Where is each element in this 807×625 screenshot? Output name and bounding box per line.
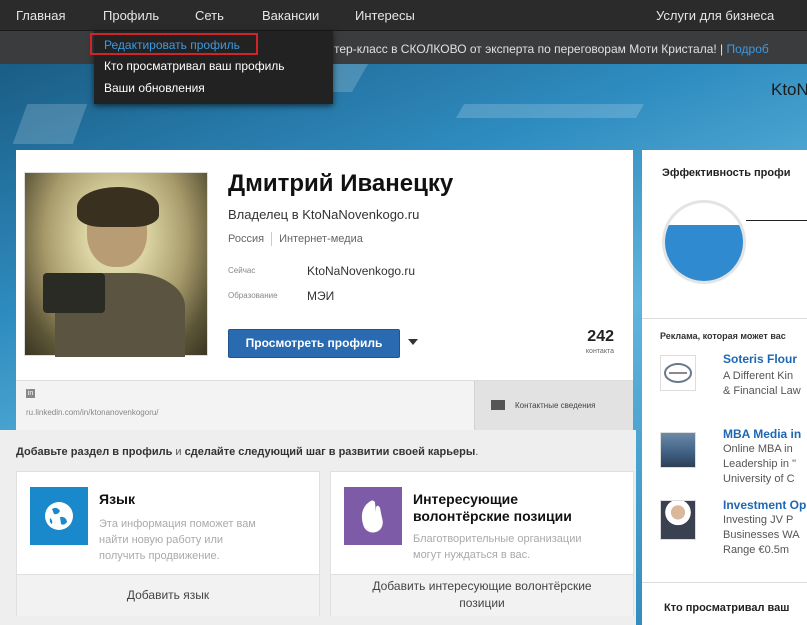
suggestion-desc-line: Благотворительные организации — [413, 533, 582, 545]
add-volunteer-label: позиции — [459, 596, 505, 610]
suggestions-lead-end: . — [475, 446, 479, 458]
profile-suggestions-section: Добавьте раздел в профиль и сделайте сле… — [0, 430, 636, 625]
ad-logo — [660, 355, 696, 391]
contact-info-label: Контактные сведения — [515, 401, 596, 410]
suggestion-title: волонтёрские позиции — [413, 508, 572, 524]
menu-item-who-viewed-profile[interactable]: Кто просматривал ваш профиль — [104, 59, 285, 73]
photo-hair — [77, 187, 159, 227]
view-profile-button[interactable]: Просмотреть профиль — [228, 329, 400, 358]
profile-strength-title: Эффективность профи — [662, 167, 791, 179]
current-value[interactable]: KtoNaNovenkogo.ru — [307, 264, 415, 278]
suggestion-desc-line: могут нуждаться в вас. — [413, 549, 531, 561]
divider — [271, 232, 273, 246]
menu-item-your-updates[interactable]: Ваши обновления — [104, 81, 205, 95]
suggestions-lead-bold: Добавьте раздел в профиль — [16, 446, 173, 458]
ad-photo — [660, 500, 696, 540]
profile-name: Дмитрий Иванецку — [228, 170, 454, 197]
profile-photo[interactable] — [24, 172, 208, 357]
education-value[interactable]: МЭИ — [307, 289, 334, 303]
profile-location-row: Россия Интернет-медиа — [228, 232, 363, 246]
add-volunteer-button[interactable]: Добавить интересующие волонтёрские позиц… — [331, 574, 633, 616]
banner-streak — [12, 104, 88, 144]
ad-text-line: Online MBA in — [723, 443, 793, 455]
profile-headline: Владелец в KtoNaNovenkogo.ru — [228, 207, 420, 222]
nav-interests[interactable]: Интересы — [355, 8, 415, 23]
ad-title[interactable]: MBA Media in — [723, 427, 801, 441]
profile-strength-gauge[interactable] — [662, 200, 746, 284]
suggestions-lead-text: Добавьте раздел в профиль и сделайте сле… — [16, 446, 478, 458]
ad-text-line: Businesses WA — [723, 529, 800, 541]
linkedin-icon: in — [26, 389, 35, 398]
add-language-button[interactable]: Добавить язык — [17, 574, 319, 616]
chevron-down-icon[interactable] — [408, 339, 418, 345]
ad-text-line: Investing JV P — [723, 514, 794, 526]
announcement-text: тер-класс в СКОЛКОВО от эксперта по пере… — [334, 42, 724, 56]
nav-business-services[interactable]: Услуги для бизнеса — [656, 8, 774, 23]
ads-section-title: Реклама, которая может вас — [660, 331, 786, 341]
suggestion-desc-line: Эта информация поможет вам — [99, 518, 256, 530]
nav-profile[interactable]: Профиль — [103, 8, 159, 23]
banner-streak — [455, 104, 645, 118]
connections-label: контакта — [585, 348, 614, 355]
nav-jobs[interactable]: Вакансии — [262, 8, 319, 23]
ad-text-line: Range €0.5m — [723, 544, 790, 556]
right-sidebar: Эффективность профи Реклама, которая мож… — [642, 150, 807, 625]
announcement-link[interactable]: Подроб — [727, 42, 769, 56]
ad-photo — [660, 432, 696, 468]
top-navigation-bar: Главная Профиль Сеть Вакансии Интересы У… — [0, 0, 807, 31]
profile-industry[interactable]: Интернет-медиа — [279, 233, 363, 245]
profile-card: Дмитрий Иванецку Владелец в KtoNaNovenko… — [16, 150, 633, 431]
menu-item-edit-profile[interactable]: Редактировать профиль — [104, 38, 240, 52]
announcement-text-wrap: тер-класс в СКОЛКОВО от эксперта по пере… — [334, 42, 769, 56]
profile-dropdown-menu: Редактировать профиль Кто просматривал в… — [90, 31, 333, 104]
contact-info-button[interactable]: Контактные сведения — [474, 381, 633, 431]
ad-title[interactable]: Investment Op — [723, 498, 806, 512]
suggestions-lead-bold: сделайте следующий шаг в развитии своей … — [184, 446, 476, 458]
divider — [642, 582, 807, 583]
photo-camera — [43, 273, 105, 313]
suggestions-lead-mid: и — [172, 446, 185, 458]
current-label: Сейчас — [228, 266, 256, 275]
ad-text-line: A Different Kin — [723, 370, 794, 382]
add-volunteer-label: Добавить интересующие волонтёрские — [372, 579, 592, 593]
add-language-label: Добавить язык — [126, 588, 210, 602]
ad-text-line: Leadership in " — [723, 458, 797, 470]
banner-brand-text: KtoNa — [771, 80, 807, 99]
suggestion-title: Язык — [99, 491, 135, 507]
connections-count[interactable]: 242 — [576, 328, 614, 346]
gauge-fill — [665, 225, 743, 281]
who-viewed-title: Кто просматривал ваш — [664, 602, 790, 614]
ad-text-line: & Financial Law — [723, 385, 801, 397]
raised-hand-icon — [344, 487, 402, 545]
ad-text-line: University of C — [723, 473, 795, 485]
profile-card-footer: in ru.linkedin.com/in/ktonanovenkogoru/ … — [16, 380, 633, 431]
nav-network[interactable]: Сеть — [195, 8, 224, 23]
profile-location[interactable]: Россия — [228, 233, 264, 245]
public-profile-url[interactable]: ru.linkedin.com/in/ktonanovenkogoru/ — [26, 408, 159, 417]
suggestion-desc-line: получить продвижение. — [99, 550, 220, 562]
ad-title[interactable]: Soteris Flour — [723, 352, 797, 366]
nav-home[interactable]: Главная — [16, 8, 65, 23]
divider — [642, 318, 807, 319]
address-book-icon — [491, 400, 505, 410]
suggestion-card-volunteer: Интересующие волонтёрские позиции Благот… — [330, 471, 634, 616]
globe-icon — [30, 487, 88, 545]
suggestion-title: Интересующие — [413, 491, 519, 507]
education-label: Образование — [228, 291, 278, 300]
suggestion-card-language: Язык Эта информация поможет вам найти но… — [16, 471, 320, 616]
suggestion-desc-line: найти новую работу или — [99, 534, 224, 546]
gauge-pointer-line — [746, 220, 807, 221]
